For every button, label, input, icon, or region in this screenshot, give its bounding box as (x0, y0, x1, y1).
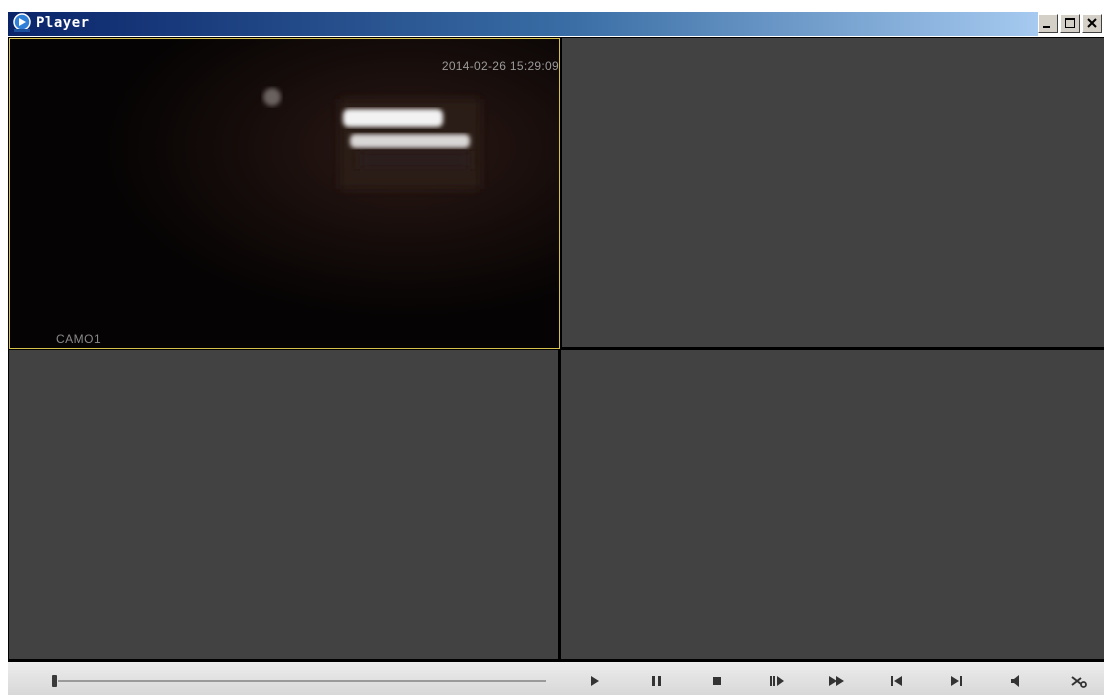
title-bar-background (8, 12, 1038, 36)
next-frame-icon (951, 676, 962, 686)
stop-icon (713, 677, 721, 685)
video-cell-4[interactable] (561, 350, 1104, 659)
next-frame-button[interactable] (946, 671, 968, 691)
close-icon[interactable] (1082, 14, 1102, 33)
app-logo-icon (12, 13, 32, 33)
video-frame-camo1 (10, 39, 559, 348)
seek-thumb[interactable] (52, 675, 57, 687)
maximize-icon[interactable] (1060, 14, 1080, 33)
play-button[interactable] (584, 671, 606, 691)
pause-icon (652, 676, 661, 686)
seek-bar[interactable] (58, 680, 546, 682)
fast-forward-icon (829, 676, 844, 686)
previous-frame-button[interactable] (886, 671, 908, 691)
window-title: Player (36, 15, 90, 31)
scissors-icon (1071, 676, 1087, 688)
play-icon (591, 676, 599, 686)
video-cell-2[interactable] (562, 38, 1104, 347)
video-cell-3[interactable] (9, 350, 558, 659)
window-controls (1038, 12, 1104, 36)
minimize-icon[interactable] (1038, 14, 1058, 33)
stop-button[interactable] (706, 671, 728, 691)
volume-button[interactable] (1006, 671, 1028, 691)
slow-button[interactable] (766, 671, 788, 691)
title-bar[interactable]: Player (0, 0, 1104, 36)
video-cell-1[interactable]: 2014-02-26 15:29:09 CAMO1 (9, 38, 560, 349)
slow-icon (770, 676, 784, 686)
video-grid: 2014-02-26 15:29:09 CAMO1 (8, 37, 1104, 662)
clip-button[interactable] (1068, 671, 1090, 691)
control-bar (8, 662, 1104, 695)
pause-button[interactable] (646, 671, 668, 691)
fast-forward-button[interactable] (826, 671, 848, 691)
volume-icon (1011, 675, 1019, 687)
camera-label: CAMO1 (56, 332, 102, 346)
previous-frame-icon (891, 676, 902, 686)
video-timestamp: 2014-02-26 15:29:09 (441, 59, 559, 73)
